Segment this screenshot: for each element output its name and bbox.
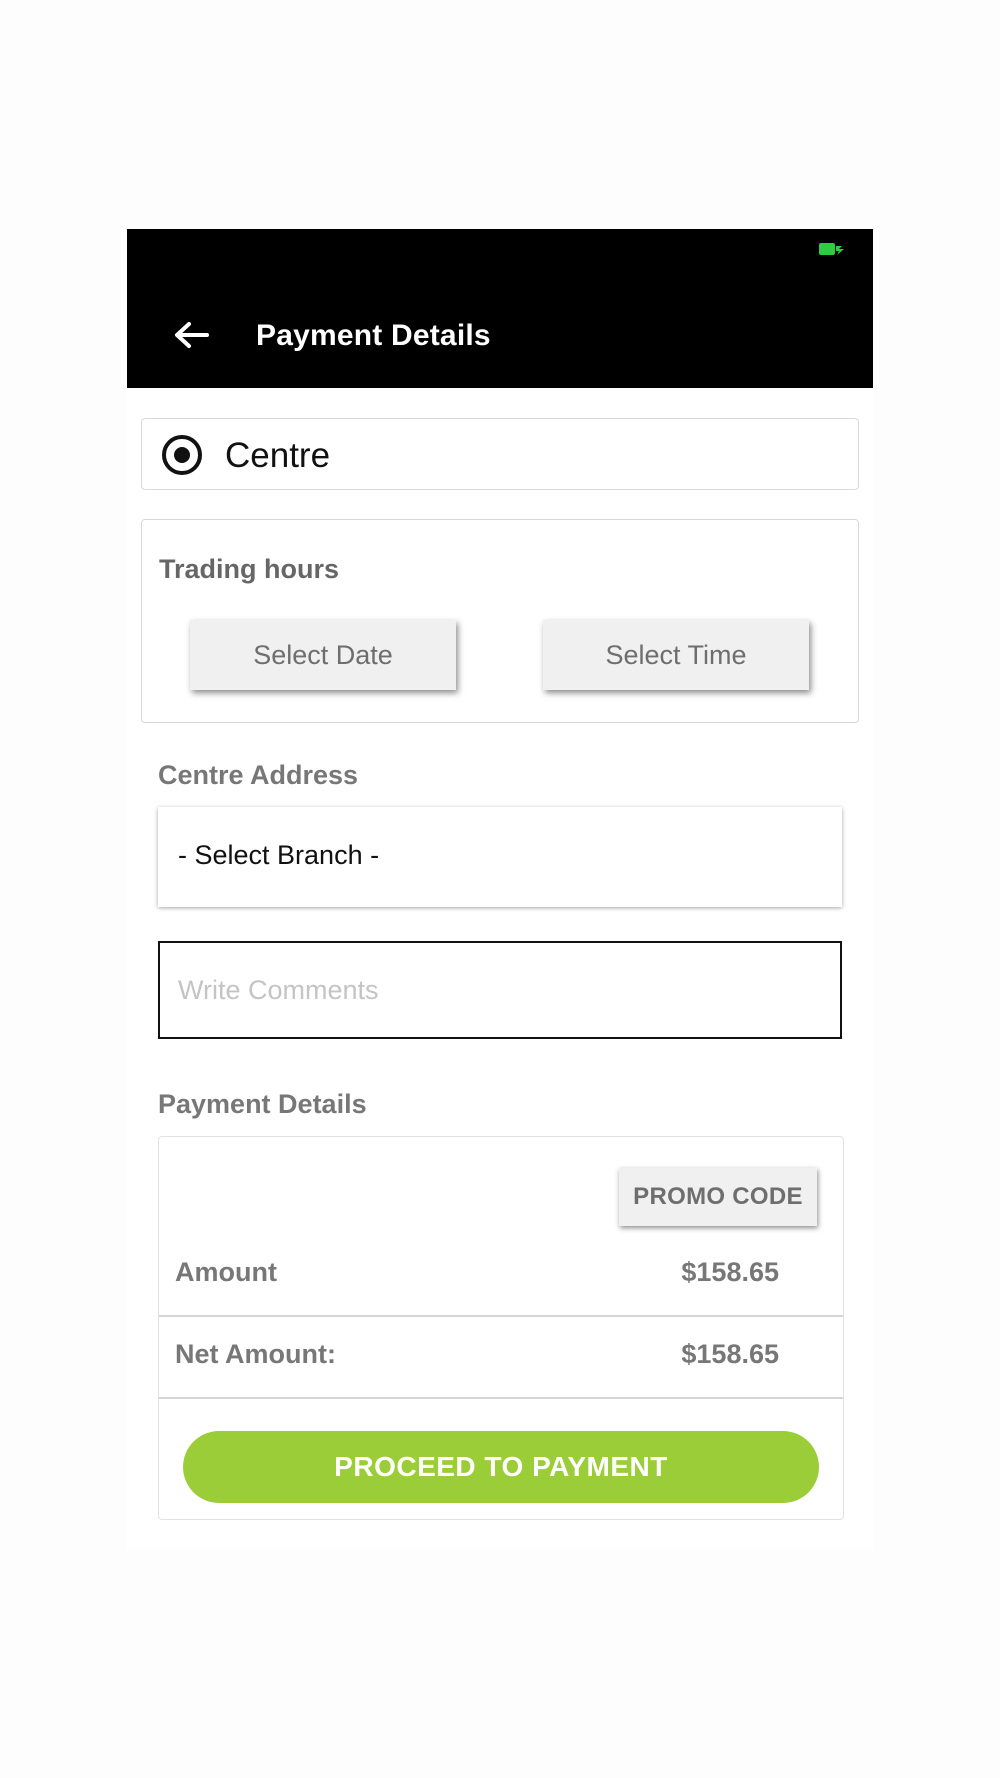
app-bar: Payment Details	[127, 229, 873, 388]
payment-details-card: PROMO CODE Amount $158.65 Net Amount: $1…	[158, 1136, 844, 1520]
centre-radio[interactable]	[162, 435, 202, 475]
battery-charging-icon	[819, 243, 844, 255]
app-screen: Payment Details Centre Trading hours Sel…	[127, 229, 873, 1549]
amount-row: Amount $158.65	[159, 1235, 843, 1317]
net-amount-label: Net Amount:	[175, 1339, 336, 1369]
trading-hours-label: Trading hours	[159, 554, 340, 584]
page-title: Payment Details	[256, 319, 491, 352]
branch-select[interactable]: - Select Branch -	[158, 807, 842, 907]
net-amount-value: $158.65	[681, 1339, 779, 1369]
promo-code-button[interactable]: PROMO CODE	[619, 1168, 817, 1226]
comments-input[interactable]	[158, 941, 842, 1039]
payment-details-label: Payment Details	[158, 1089, 367, 1119]
centre-option-card[interactable]: Centre	[141, 418, 859, 490]
select-time-button[interactable]: Select Time	[543, 620, 809, 690]
amount-value: $158.65	[681, 1257, 779, 1287]
centre-option-label: Centre	[225, 436, 331, 475]
branch-select-value: - Select Branch -	[178, 840, 380, 870]
trading-hours-card: Trading hours Select Date Select Time	[141, 519, 859, 723]
amount-label: Amount	[175, 1257, 277, 1287]
radio-selected-dot	[174, 447, 190, 463]
proceed-to-payment-button[interactable]: PROCEED TO PAYMENT	[183, 1431, 819, 1503]
arrow-left-icon	[175, 322, 209, 348]
net-amount-row: Net Amount: $158.65	[159, 1317, 843, 1399]
select-date-button[interactable]: Select Date	[190, 620, 456, 690]
back-button[interactable]	[171, 315, 211, 355]
centre-address-label: Centre Address	[158, 760, 359, 790]
